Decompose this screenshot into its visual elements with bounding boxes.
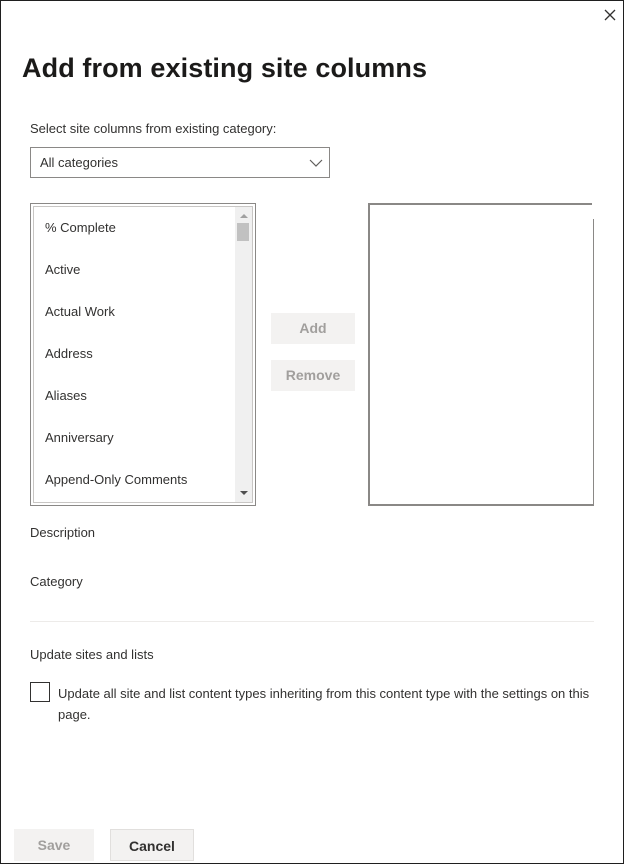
description-label: Description	[30, 525, 96, 540]
available-columns-list-inner: % Complete Active Actual Work Address Al…	[33, 206, 253, 503]
update-section-heading: Update sites and lists	[30, 647, 154, 662]
list-item[interactable]: Address	[34, 333, 235, 375]
category-label: Category	[30, 574, 83, 589]
list-item[interactable]: % Complete	[34, 207, 235, 249]
save-button[interactable]: Save	[14, 829, 94, 861]
scroll-up-button[interactable]	[235, 209, 252, 223]
chevron-down-icon	[309, 159, 323, 167]
add-button[interactable]: Add	[271, 313, 355, 344]
scrollbar-thumb[interactable]	[237, 223, 249, 241]
section-divider	[30, 621, 594, 622]
category-select-label: Select site columns from existing catego…	[30, 121, 277, 136]
list-item[interactable]: Actual Work	[34, 291, 235, 333]
close-button[interactable]	[599, 5, 621, 25]
selected-columns-list[interactable]	[368, 203, 594, 506]
cancel-button[interactable]: Cancel	[110, 829, 194, 861]
scroll-down-arrow-icon	[239, 491, 248, 495]
close-icon	[604, 9, 616, 21]
available-columns-list[interactable]: % Complete Active Actual Work Address Al…	[30, 203, 256, 506]
list-item[interactable]: Aliases	[34, 375, 235, 417]
update-content-types-checkbox[interactable]	[30, 682, 50, 702]
available-columns-items: % Complete Active Actual Work Address Al…	[34, 207, 235, 501]
list-scrollbar[interactable]	[235, 207, 252, 502]
dialog-panel: Add from existing site columns Select si…	[0, 0, 624, 864]
list-item[interactable]: Anniversary	[34, 417, 235, 459]
update-content-types-label[interactable]: Update all site and list content types i…	[58, 683, 603, 725]
scroll-up-arrow-icon	[239, 214, 248, 218]
category-dropdown-value: All categories	[40, 155, 119, 170]
scroll-down-button[interactable]	[235, 486, 252, 500]
category-dropdown[interactable]: All categories	[30, 147, 330, 178]
dialog-title: Add from existing site columns	[22, 53, 428, 83]
list-item[interactable]: Append-Only Comments	[34, 459, 235, 501]
remove-button[interactable]: Remove	[271, 360, 355, 391]
list-item[interactable]: Active	[34, 249, 235, 291]
